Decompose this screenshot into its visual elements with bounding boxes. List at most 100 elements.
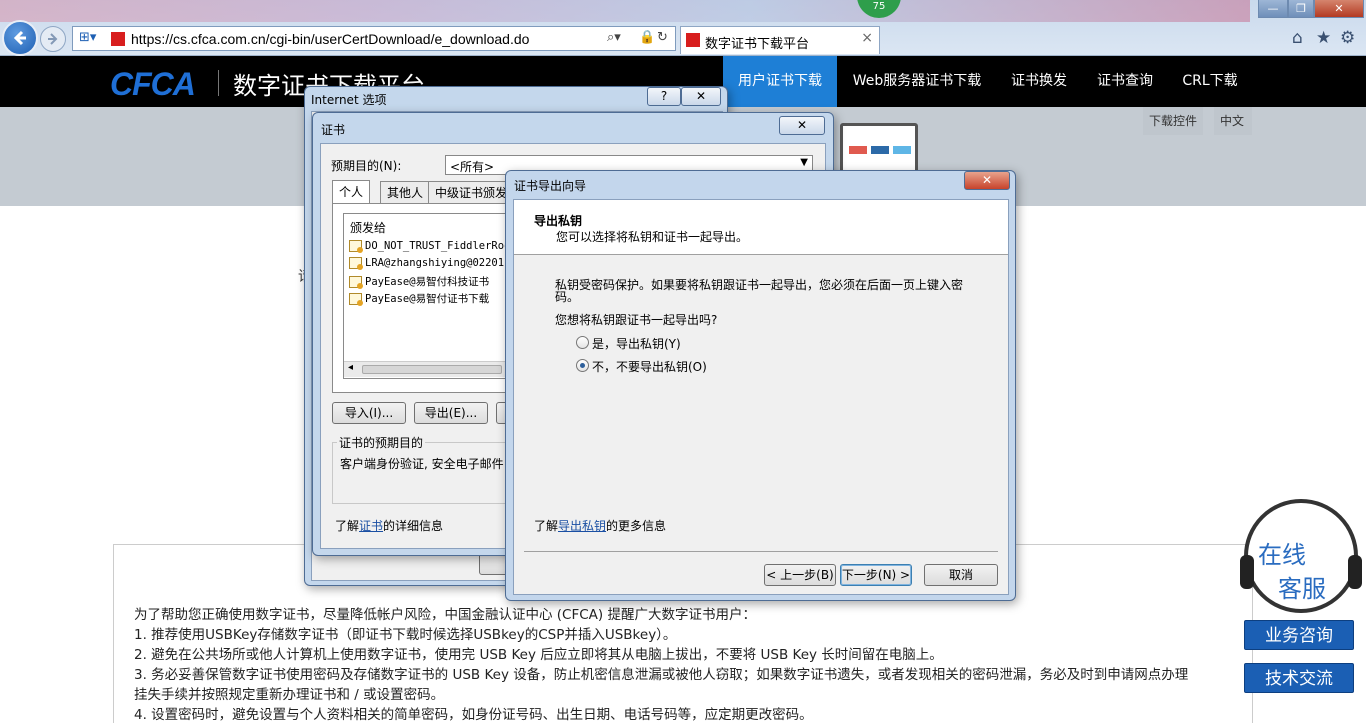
notice-item-3: 3. 务必妥善保管数字证书使用密码及存储数字证书的 USB Key 设备，防止机…	[134, 667, 1189, 683]
notice-item-2: 2. 避免在公共场所或他人计算机上使用数字证书，使用完 USB Key 后应立即…	[134, 647, 943, 663]
lock-icon[interactable]: 🔒	[639, 30, 655, 45]
monitor-illustration	[840, 123, 918, 177]
wizard-body	[513, 199, 1009, 595]
learn-key-suffix: 的更多信息	[606, 519, 667, 533]
purpose-label: 预期目的(N):	[331, 159, 402, 173]
notice-item-1: 1. 推荐使用USBKey存储数字证书（即证书下载时候选择USBkey的CSP并…	[134, 627, 677, 643]
wizard-footer-divider	[524, 551, 998, 552]
notice-item-3-cont: 挂失手续并按照规定重新办理证书和 / 或设置密码。	[134, 687, 445, 703]
tab-close-icon[interactable]: ×	[861, 30, 873, 46]
scrollbar-thumb[interactable]	[362, 365, 502, 374]
business-consult-button[interactable]: 业务咨询	[1244, 620, 1354, 650]
horizontal-scrollbar[interactable]: ◂	[344, 361, 512, 377]
next-button[interactable]: 下一步(N) >	[840, 564, 912, 586]
minimize-button[interactable]: —	[1258, 0, 1288, 18]
radio-selected-dot	[580, 363, 585, 368]
forward-arrow-icon-svg	[48, 33, 58, 45]
wizard-header-divider	[514, 254, 1008, 255]
cfca-logo[interactable]: CFCA	[110, 66, 196, 103]
cert-row-label: PayEase@易智付证书下载	[365, 293, 490, 305]
tools-icon[interactable]: ⚙	[1340, 28, 1355, 48]
close-window-button[interactable]: ✕	[1314, 0, 1364, 18]
purposes-group	[332, 442, 512, 504]
learn-cert-suffix: 的详细信息	[383, 519, 444, 533]
browser-toolbar: 75 — ❐ ✕ ⊞▾ https://cs.cfca.com.cn/cgi-b…	[0, 0, 1366, 56]
restore-button[interactable]: ❐	[1288, 0, 1314, 18]
list-item[interactable]: PayEase@易智付科技证书	[349, 274, 489, 289]
list-item[interactable]: LRA@zhangshiying@02201	[349, 257, 505, 270]
wizard-desc-line2: 码。	[555, 290, 580, 304]
download-plugin-button[interactable]: 下载控件	[1143, 107, 1204, 135]
scroll-left-icon[interactable]: ◂	[348, 362, 353, 373]
import-button[interactable]: 导入(I)...	[332, 402, 406, 424]
blurred-tab-strip	[0, 0, 1250, 22]
tech-exchange-button[interactable]: 技术交流	[1244, 663, 1354, 693]
wizard-question: 您想将私钥跟证书一起导出吗?	[555, 313, 718, 327]
search-icon[interactable]: ⌕▾	[607, 30, 621, 45]
certificate-icon	[349, 257, 363, 270]
purposes-group-label: 证书的预期目的	[337, 434, 426, 451]
wizard-subheading: 您可以选择将私钥和证书一起导出。	[556, 230, 749, 244]
wizard-desc-line1: 私钥受密码保护。如果要将私钥跟证书一起导出，您必须在后面一页上键入密	[555, 278, 964, 292]
learn-cert-details: 了解证书的详细信息	[335, 517, 443, 534]
tab-title: 数字证书下载平台	[705, 37, 810, 52]
purposes-text: 客户端身份验证, 安全电子邮件	[340, 457, 504, 471]
internet-options-close-button[interactable]: ✕	[681, 87, 721, 106]
logo-divider	[218, 70, 219, 96]
certificate-icon	[349, 240, 363, 253]
back-arrow-icon[interactable]	[2, 20, 38, 56]
address-bar[interactable]: ⊞▾ https://cs.cfca.com.cn/cgi-bin/userCe…	[72, 26, 676, 51]
option-export-no-label[interactable]: 不，不要导出私钥(O)	[592, 358, 707, 375]
learn-cert-prefix: 了解	[335, 519, 360, 533]
screen: 75 — ❐ ✕ ⊞▾ https://cs.cfca.com.cn/cgi-b…	[0, 0, 1366, 723]
certificates-title: 证书	[321, 123, 346, 137]
cert-help-link[interactable]: 证书	[359, 519, 383, 533]
forward-arrow-icon[interactable]	[40, 26, 66, 52]
nav-crl-download[interactable]: CRL下载	[1172, 56, 1248, 107]
compat-view-icon[interactable]: ⊞▾	[79, 30, 96, 45]
back-button[interactable]: < 上一步(B)	[764, 564, 836, 586]
tab-personal[interactable]: 个人	[332, 180, 371, 204]
refresh-icon[interactable]: ↻	[657, 30, 668, 45]
favorites-icon[interactable]: ★	[1316, 28, 1331, 48]
back-arrow-icon-svg	[13, 30, 26, 46]
cancel-button[interactable]: 取消	[924, 564, 998, 586]
support-text-line1: 在线	[1258, 541, 1306, 569]
language-button[interactable]: 中文	[1214, 107, 1252, 135]
nav-cert-query[interactable]: 证书查询	[1086, 56, 1164, 107]
certificate-icon	[349, 292, 363, 306]
option-export-yes-label[interactable]: 是，导出私钥(Y)	[592, 335, 681, 352]
tab-favicon	[686, 33, 700, 47]
headset-left-ear	[1240, 555, 1254, 589]
wizard-title: 证书导出向导	[514, 179, 587, 193]
nav-user-cert-download[interactable]: 用户证书下载	[723, 56, 837, 107]
column-issued-to[interactable]: 颁发给	[350, 219, 386, 236]
nav-web-server-cert-download[interactable]: Web服务器证书下载	[838, 56, 996, 107]
private-key-help-link[interactable]: 导出私钥	[558, 519, 606, 533]
notice-intro: 为了帮助您正确使用数字证书，尽量降低帐户风险，中国金融认证中心 (CFCA) 提…	[134, 607, 756, 623]
certificates-close-button[interactable]: ✕	[779, 116, 825, 135]
address-url[interactable]: https://cs.cfca.com.cn/cgi-bin/userCertD…	[131, 31, 529, 47]
tab-intermediate-ca[interactable]: 中级证书颁发	[428, 181, 515, 203]
tab-other-people[interactable]: 其他人	[380, 181, 431, 203]
learn-key-prefix: 了解	[534, 519, 559, 533]
learn-private-key: 了解导出私钥的更多信息	[534, 517, 666, 534]
internet-options-title: Internet 选项	[311, 93, 387, 107]
nav-cert-renewal[interactable]: 证书换发	[1000, 56, 1078, 107]
online-support-widget[interactable]: 在线 客服	[1240, 495, 1362, 625]
radio-export-no[interactable]	[576, 359, 589, 372]
list-item[interactable]: DO_NOT_TRUST_FiddlerRoo	[349, 240, 511, 253]
wizard-close-button[interactable]: ✕	[964, 171, 1010, 190]
list-item[interactable]: PayEase@易智付证书下载	[349, 291, 489, 306]
wizard-heading: 导出私钥	[534, 214, 583, 228]
cert-row-label: LRA@zhangshiying@02201	[365, 257, 505, 269]
certificate-icon	[349, 275, 363, 289]
notice-item-4: 4. 设置密码时，避免设置与个人资料相关的简单密码，如身份证号码、出生日期、电话…	[134, 707, 813, 723]
tab-active[interactable]: 数字证书下载平台 ×	[680, 26, 880, 54]
help-button[interactable]: ?	[647, 87, 681, 106]
cert-row-label: DO_NOT_TRUST_FiddlerRoo	[365, 240, 511, 252]
home-icon[interactable]: ⌂	[1292, 28, 1303, 48]
radio-export-yes[interactable]	[576, 336, 589, 349]
export-button[interactable]: 导出(E)...	[414, 402, 488, 424]
headset-right-ear	[1348, 555, 1362, 589]
